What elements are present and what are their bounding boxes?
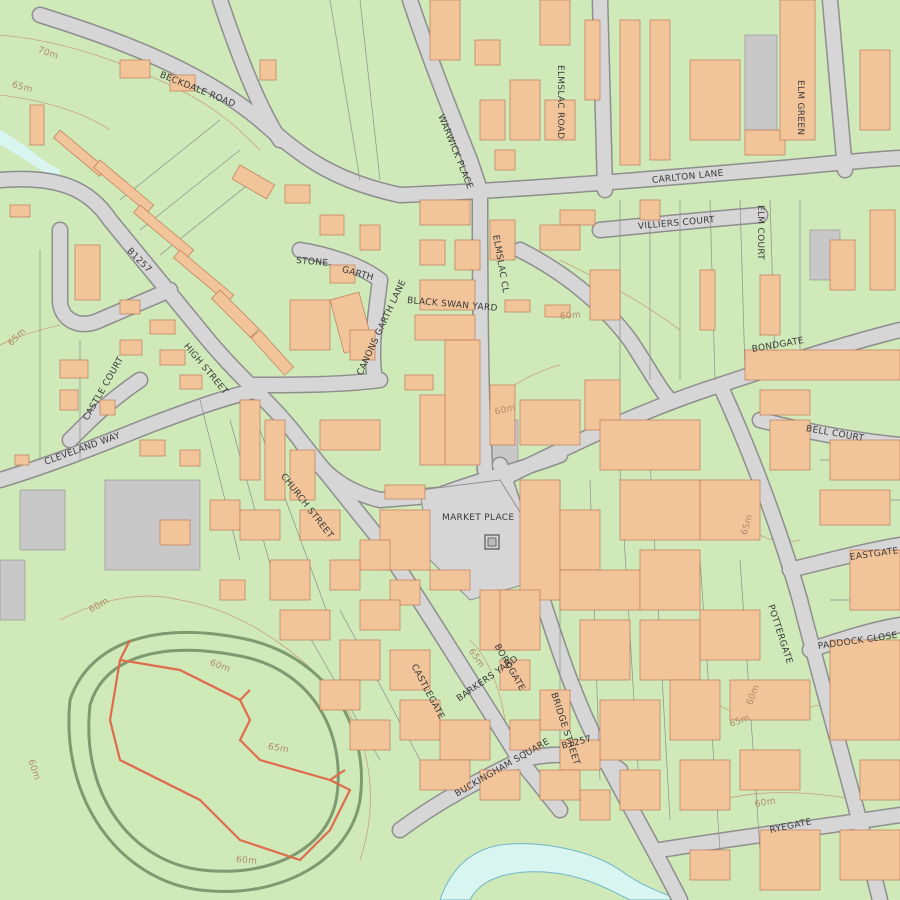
market-hall — [487, 537, 497, 547]
map-canvas[interactable]: BECKDALE ROAD WARWICK PLACE ELMSLAC ROAD… — [0, 0, 900, 900]
map-base — [0, 0, 900, 900]
